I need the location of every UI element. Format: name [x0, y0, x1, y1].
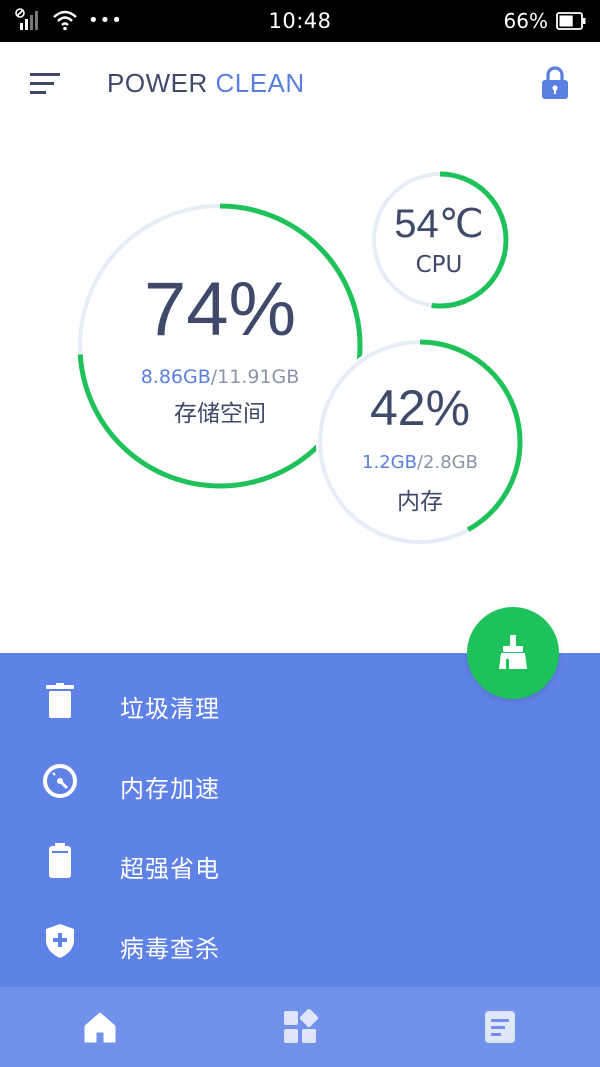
menu-item-virus-scan[interactable]: 病毒查杀 [0, 901, 600, 981]
app-title-part2: CLEAN [215, 68, 305, 98]
menu-item-memory-boost[interactable]: 内存加速 [0, 741, 600, 821]
apps-icon[interactable] [282, 1009, 318, 1045]
broom-icon [499, 635, 527, 669]
menu-item-label: 垃圾清理 [120, 695, 220, 723]
battery-saver-icon [49, 843, 71, 878]
menu-item-label: 内存加速 [120, 775, 220, 803]
memory-label: 内存 [397, 489, 443, 515]
cpu-label: CPU [415, 252, 463, 278]
clean-fab[interactable] [467, 607, 559, 699]
document-icon[interactable] [482, 1009, 518, 1045]
status-bar: ••• 10:48 66% [0, 0, 600, 42]
battery-level [559, 15, 573, 27]
menu-item-label: 病毒查杀 [120, 935, 220, 963]
battery-icon [556, 12, 586, 30]
memory-used: 1.2GB [362, 452, 417, 473]
storage-usage: 8.86GB/11.91GB [80, 366, 360, 388]
trash-icon [46, 683, 74, 718]
storage-used: 8.86GB [140, 366, 211, 388]
menu-item-power-save[interactable]: 超强省电 [0, 821, 600, 901]
feature-panel: 垃圾清理 内存加速 超强省电 病毒查杀 [0, 653, 600, 987]
app-bar: POWER CLEAN [0, 42, 600, 126]
battery-percent: 66% [503, 9, 548, 33]
lock-icon[interactable] [540, 66, 570, 100]
memory-percent: 42% [369, 380, 471, 436]
storage-label: 存储空间 [174, 401, 266, 427]
storage-total: /11.91GB [210, 366, 300, 388]
app-title: POWER CLEAN [107, 68, 305, 99]
storage-percent: 74% [143, 267, 297, 352]
menu-icon[interactable] [30, 71, 64, 97]
menu-item-label: 超强省电 [120, 855, 220, 883]
bottom-nav [0, 987, 600, 1067]
memory-usage: 1.2GB/2.8GB [320, 452, 520, 473]
shield-plus-icon [46, 924, 74, 958]
status-right: 66% [504, 9, 586, 33]
memory-total: /2.8GB [416, 452, 478, 473]
speedometer-icon [43, 764, 77, 798]
home-icon[interactable] [82, 1009, 118, 1045]
system-gauges: 74% 8.86GB/11.91GB 存储空间 54℃ CPU 42% 1.2G… [0, 126, 600, 653]
app-title-part1: POWER [107, 68, 208, 98]
cpu-temperature: 54℃ [394, 202, 484, 246]
